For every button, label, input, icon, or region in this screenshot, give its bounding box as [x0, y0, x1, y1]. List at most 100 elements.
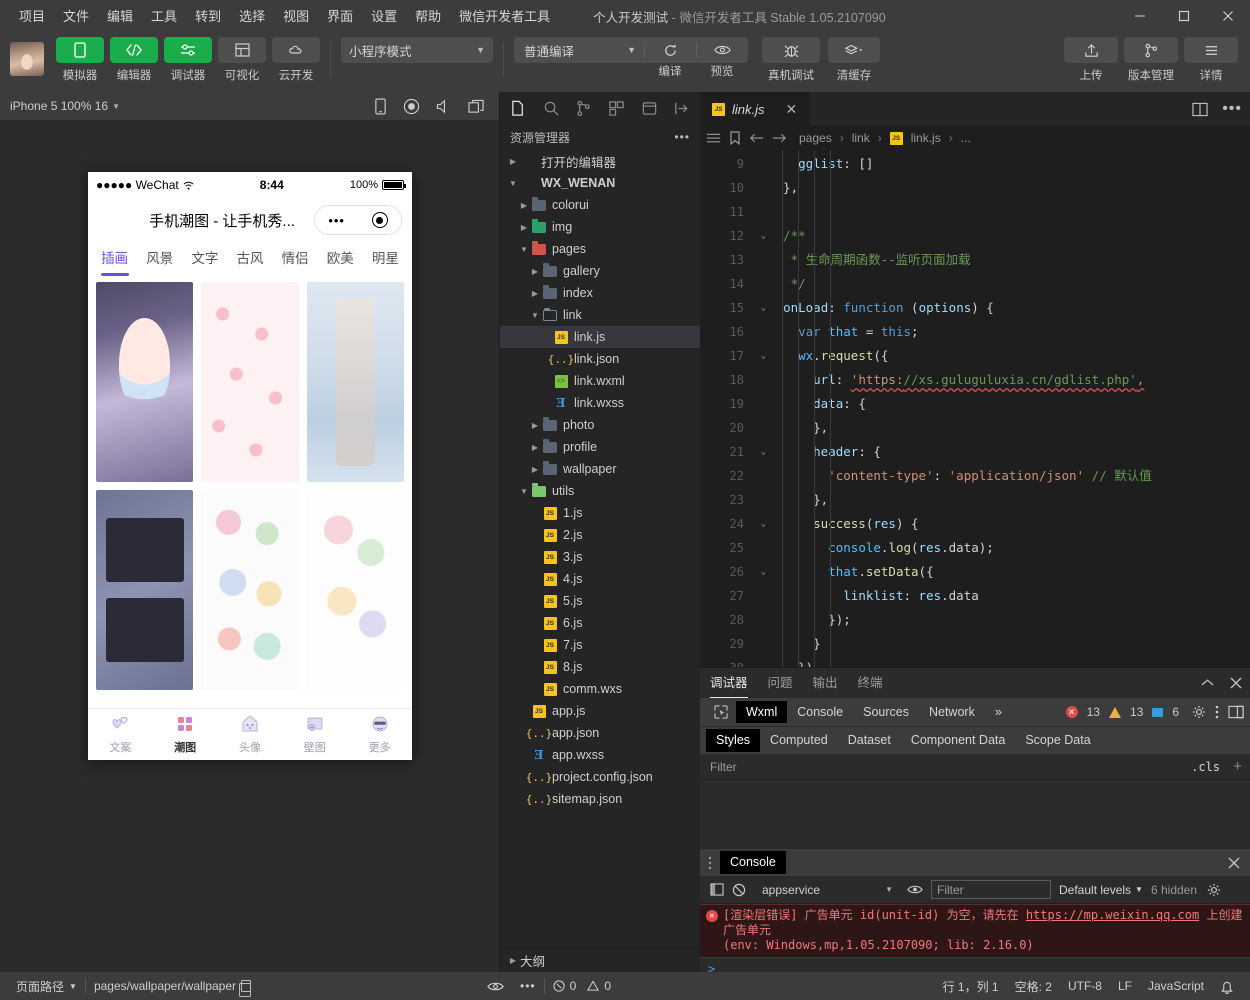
- code-line[interactable]: onLoad: function (options) {: [752, 296, 1250, 320]
- breadcrumb-more[interactable]: ...: [961, 131, 971, 145]
- menu-item-view[interactable]: 视图: [274, 5, 318, 28]
- status-error-count[interactable]: 0 0: [545, 979, 619, 993]
- panel-tab-terminal[interactable]: 终端: [858, 668, 883, 698]
- cursor-position[interactable]: 行 1，列 1: [935, 978, 1007, 995]
- inspect-icon[interactable]: [706, 705, 736, 719]
- tree-item-photo[interactable]: ▶ photo: [500, 414, 700, 436]
- toggle-cloud[interactable]: 云开发: [272, 37, 320, 83]
- tree-item-utils[interactable]: ▼ utils: [500, 480, 700, 502]
- category-tab-6[interactable]: 明星: [363, 242, 408, 276]
- copy-icon[interactable]: [239, 980, 252, 997]
- version-button[interactable]: 版本管理: [1124, 37, 1178, 83]
- menu-item-devtools[interactable]: 微信开发者工具: [450, 5, 559, 28]
- category-tab-2[interactable]: 文字: [182, 242, 227, 276]
- tabbar-item-chaotu[interactable]: 潮图: [153, 709, 218, 760]
- tree-item-link-js[interactable]: JS link.js: [500, 326, 700, 348]
- warning-count[interactable]: 13: [1130, 705, 1143, 719]
- tree-item-6-js[interactable]: JS 6.js: [500, 612, 700, 634]
- realdevice-button[interactable]: 真机调试: [762, 37, 820, 83]
- split-editor-icon[interactable]: [1192, 102, 1208, 117]
- device-selector[interactable]: iPhone 5 100% 16: [10, 99, 108, 113]
- search-icon[interactable]: [535, 92, 568, 124]
- drag-handle-icon[interactable]: [708, 856, 712, 870]
- gear-icon[interactable]: [1192, 705, 1206, 719]
- ellipsis-icon[interactable]: •••: [1222, 100, 1242, 118]
- eol[interactable]: LF: [1110, 979, 1140, 993]
- code-line[interactable]: 'content-type': 'application/json' // 默认…: [752, 464, 1250, 488]
- extensions-icon[interactable]: [600, 92, 633, 124]
- forward-icon[interactable]: [772, 132, 787, 144]
- console-filter-input[interactable]: Filter: [931, 880, 1051, 899]
- list-icon[interactable]: [706, 132, 721, 144]
- rotate-icon[interactable]: [374, 98, 387, 115]
- gallery-item[interactable]: [96, 282, 194, 482]
- tabbar-item-gengduo[interactable]: 更多: [347, 709, 412, 760]
- tree-item-link[interactable]: ▼ link: [500, 304, 700, 326]
- tree-item-pages[interactable]: ▼ pages: [500, 238, 700, 260]
- code-line[interactable]: });: [752, 608, 1250, 632]
- breadcrumb-pages[interactable]: pages: [799, 131, 832, 145]
- category-tab-0[interactable]: 插画: [92, 242, 137, 276]
- tabbar-item-touxiang[interactable]: 头像: [218, 709, 283, 760]
- more-dots-icon[interactable]: •••: [328, 213, 345, 228]
- gallery-item[interactable]: [201, 490, 299, 690]
- menu-item-goto[interactable]: 转到: [186, 5, 230, 28]
- menu-item-project[interactable]: 项目: [10, 5, 54, 28]
- menu-item-edit[interactable]: 编辑: [98, 5, 142, 28]
- tree-item-colorui[interactable]: ▶ colorui: [500, 194, 700, 216]
- tree-item-8-js[interactable]: JS 8.js: [500, 656, 700, 678]
- menu-item-tools[interactable]: 工具: [142, 5, 186, 28]
- eye-icon[interactable]: [907, 884, 923, 895]
- windows-icon[interactable]: [468, 99, 485, 114]
- code-line[interactable]: },: [752, 416, 1250, 440]
- outline-section[interactable]: ▶ 大纲: [500, 948, 700, 972]
- menu-item-help[interactable]: 帮助: [406, 5, 450, 28]
- details-button[interactable]: 详情: [1184, 37, 1238, 83]
- devtools-tab-console[interactable]: Console: [787, 703, 853, 722]
- gallery-item[interactable]: [96, 490, 194, 690]
- page-path-value-group[interactable]: pages/wallpaper/wallpaper: [86, 979, 259, 997]
- plus-icon[interactable]: +: [1233, 758, 1242, 775]
- source-control-icon[interactable]: [567, 92, 600, 124]
- code-line[interactable]: gglist: []: [752, 152, 1250, 176]
- toggle-editor[interactable]: 编辑器: [110, 37, 158, 83]
- code-editor[interactable]: 9 10 11 12 ⌄ 13 14 15 ⌄ 16 17 ⌄ 18 19 20 21 ⌄ 22 23 24 ⌄ 25 26…: [700, 150, 1250, 667]
- menu-item-interface[interactable]: 界面: [318, 5, 362, 28]
- chevron-up-icon[interactable]: [1201, 678, 1214, 688]
- tree-item-wx-wenan[interactable]: ▼ WX_WENAN: [500, 172, 700, 194]
- code-line[interactable]: }: [752, 632, 1250, 656]
- tree-item-link-wxss[interactable]: Ǝlink.wxss: [500, 392, 700, 414]
- code-line[interactable]: console.log(res.data);: [752, 536, 1250, 560]
- panel-tab-problems[interactable]: 问题: [768, 668, 793, 698]
- tree-item-app-wxss[interactable]: Ǝapp.wxss: [500, 744, 700, 766]
- minimize-icon[interactable]: [1118, 0, 1162, 32]
- styles-tab-scope-data[interactable]: Scope Data: [1015, 731, 1100, 750]
- code-line[interactable]: linklist: res.data: [752, 584, 1250, 608]
- record-icon[interactable]: [403, 98, 420, 115]
- console-error-row[interactable]: ✕ [渲染层错误] 广告单元 id(unit-id) 为空，请先在 https:…: [700, 904, 1250, 958]
- devtools-tab-wxml[interactable]: Wxml: [736, 700, 788, 724]
- dock-icon[interactable]: [1228, 705, 1244, 719]
- category-tab-4[interactable]: 情侣: [273, 242, 318, 276]
- clear-icon[interactable]: [732, 883, 746, 897]
- back-icon[interactable]: [749, 132, 764, 144]
- category-tab-3[interactable]: 古风: [227, 242, 272, 276]
- tabbar-item-bitu[interactable]: 壁图: [282, 709, 347, 760]
- menu-item-select[interactable]: 选择: [230, 5, 274, 28]
- bell-icon[interactable]: [1212, 979, 1242, 994]
- bookmark-icon[interactable]: [729, 131, 741, 145]
- tree-item-comm-wxs[interactable]: JS comm.wxs: [500, 678, 700, 700]
- tree-item-app-js[interactable]: JS app.js: [500, 700, 700, 722]
- encoding[interactable]: UTF-8: [1060, 979, 1110, 993]
- kebab-icon[interactable]: [1215, 705, 1219, 719]
- console-levels-select[interactable]: Default levels ▼: [1059, 883, 1143, 897]
- code-line[interactable]: url: 'https://xs.guluguluxia.cn/gdlist.p…: [752, 368, 1250, 392]
- breadcrumb-link[interactable]: link: [852, 131, 870, 145]
- chevron-down-icon[interactable]: ▼: [112, 102, 120, 111]
- code-line[interactable]: [752, 200, 1250, 224]
- tree-item-wallpaper[interactable]: ▶ wallpaper: [500, 458, 700, 480]
- code-line[interactable]: var that = this;: [752, 320, 1250, 344]
- styles-tab-dataset[interactable]: Dataset: [838, 731, 901, 750]
- close-icon[interactable]: [1206, 0, 1250, 32]
- console-context-select[interactable]: appservice ▼: [754, 883, 899, 897]
